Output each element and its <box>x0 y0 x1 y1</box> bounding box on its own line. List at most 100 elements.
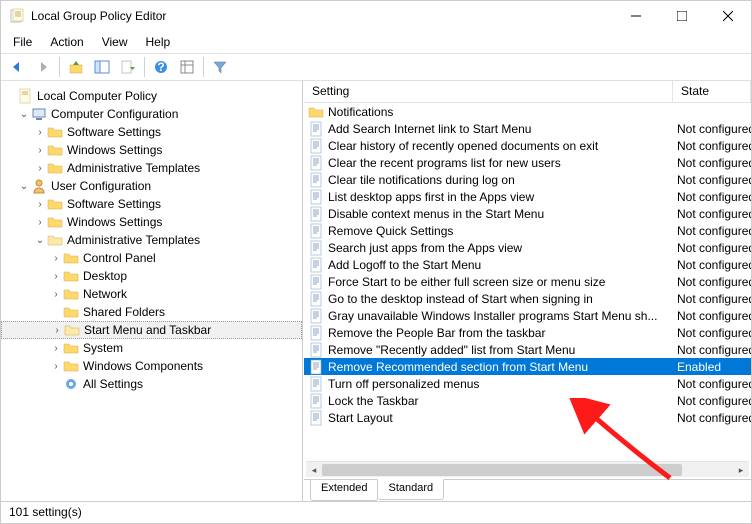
forward-button[interactable] <box>31 55 55 79</box>
chevron-right-icon[interactable]: › <box>50 325 64 336</box>
scroll-thumb[interactable] <box>322 464 682 476</box>
setting-row[interactable]: Turn off personalized menusNot configure… <box>304 375 751 392</box>
setting-row[interactable]: Add Search Internet link to Start MenuNo… <box>304 120 751 137</box>
filter-button[interactable] <box>208 55 232 79</box>
minimize-button[interactable] <box>613 1 659 31</box>
chevron-right-icon[interactable]: › <box>33 145 47 156</box>
tree-uc-software[interactable]: ›Software Settings <box>1 195 302 213</box>
list-body[interactable]: NotificationsAdd Search Internet link to… <box>304 103 751 461</box>
column-state[interactable]: State <box>673 81 751 102</box>
setting-state: Not configured <box>673 292 751 306</box>
svg-text:?: ? <box>157 60 164 74</box>
scroll-left-icon[interactable]: ◂ <box>306 463 322 477</box>
chevron-right-icon[interactable]: › <box>49 361 63 372</box>
chevron-right-icon[interactable]: › <box>49 289 63 300</box>
folder-icon <box>63 340 79 356</box>
tree-windows-components[interactable]: ›Windows Components <box>1 357 302 375</box>
window-title: Local Group Policy Editor <box>31 9 613 23</box>
tree-uc-windows[interactable]: ›Windows Settings <box>1 213 302 231</box>
setting-row[interactable]: Notifications <box>304 103 751 120</box>
tree-label: Control Panel <box>83 251 162 265</box>
menu-file[interactable]: File <box>5 33 40 51</box>
setting-row[interactable]: List desktop apps first in the Apps view… <box>304 188 751 205</box>
tree-all-settings[interactable]: All Settings <box>1 375 302 393</box>
chevron-right-icon[interactable]: › <box>33 199 47 210</box>
tree-control-panel[interactable]: › Control Panel <box>1 249 302 267</box>
menu-help[interactable]: Help <box>138 33 179 51</box>
tree-pane[interactable]: Local Computer Policy ⌄ Computer Configu… <box>1 81 303 501</box>
tree-shared-folders[interactable]: Shared Folders <box>1 303 302 321</box>
folder-icon <box>63 358 79 374</box>
back-button[interactable] <box>5 55 29 79</box>
folder-icon <box>63 268 79 284</box>
chevron-right-icon[interactable]: › <box>49 343 63 354</box>
tree-system[interactable]: ›System <box>1 339 302 357</box>
tree-network[interactable]: › Network <box>1 285 302 303</box>
column-setting[interactable]: Setting <box>304 81 673 102</box>
tree-cc-windows[interactable]: › Windows Settings <box>1 141 302 159</box>
tree-root[interactable]: Local Computer Policy <box>1 87 302 105</box>
maximize-button[interactable] <box>659 1 705 31</box>
setting-row[interactable]: Disable context menus in the Start MenuN… <box>304 205 751 222</box>
setting-state: Enabled <box>673 360 751 374</box>
tree-label: Network <box>83 287 133 301</box>
setting-name: Force Start to be either full screen siz… <box>328 275 673 289</box>
setting-row[interactable]: Remove "Recently added" list from Start … <box>304 341 751 358</box>
tree-label: Windows Settings <box>67 143 168 157</box>
setting-row[interactable]: Add Logoff to the Start MenuNot configur… <box>304 256 751 273</box>
setting-state: Not configured <box>673 394 751 408</box>
tree-label: Software Settings <box>67 125 167 139</box>
setting-name: Notifications <box>328 105 673 119</box>
statusbar: 101 setting(s) <box>1 501 751 523</box>
tree-computer-config[interactable]: ⌄ Computer Configuration <box>1 105 302 123</box>
chevron-right-icon[interactable]: › <box>33 217 47 228</box>
setting-name: Add Logoff to the Start Menu <box>328 258 673 272</box>
horizontal-scrollbar[interactable]: ◂ ▸ <box>306 461 749 477</box>
menu-view[interactable]: View <box>94 33 136 51</box>
tree-cc-software[interactable]: › Software Settings <box>1 123 302 141</box>
tab-standard[interactable]: Standard <box>377 479 444 500</box>
setting-row[interactable]: Clear tile notifications during log onNo… <box>304 171 751 188</box>
setting-row[interactable]: Remove the People Bar from the taskbarNo… <box>304 324 751 341</box>
help-button[interactable]: ? <box>149 55 173 79</box>
chevron-down-icon[interactable]: ⌄ <box>17 109 31 120</box>
tree-label: Local Computer Policy <box>37 89 163 103</box>
content-area: Local Computer Policy ⌄ Computer Configu… <box>1 81 751 501</box>
setting-row[interactable]: Clear history of recently opened documen… <box>304 137 751 154</box>
chevron-down-icon[interactable]: ⌄ <box>17 181 31 192</box>
tree-user-config[interactable]: ⌄ User Configuration <box>1 177 302 195</box>
tree-start-menu-taskbar[interactable]: ›Start Menu and Taskbar <box>1 321 302 339</box>
setting-name: Clear history of recently opened documen… <box>328 139 673 153</box>
toolbar: ? <box>1 53 751 81</box>
chevron-right-icon[interactable]: › <box>33 127 47 138</box>
setting-state: Not configured <box>673 411 751 425</box>
properties-button[interactable] <box>175 55 199 79</box>
export-list-button[interactable] <box>116 55 140 79</box>
up-button[interactable] <box>64 55 88 79</box>
setting-state: Not configured <box>673 326 751 340</box>
setting-row[interactable]: Remove Quick SettingsNot configured <box>304 222 751 239</box>
setting-row[interactable]: Remove Recommended section from Start Me… <box>304 358 751 375</box>
setting-row[interactable]: Lock the TaskbarNot configured <box>304 392 751 409</box>
setting-row[interactable]: Force Start to be either full screen siz… <box>304 273 751 290</box>
scroll-right-icon[interactable]: ▸ <box>733 463 749 477</box>
chevron-right-icon[interactable]: › <box>49 271 63 282</box>
setting-row[interactable]: Start LayoutNot configured <box>304 409 751 426</box>
tree-uc-admin[interactable]: ⌄Administrative Templates <box>1 231 302 249</box>
close-button[interactable] <box>705 1 751 31</box>
setting-row[interactable]: Search just apps from the Apps viewNot c… <box>304 239 751 256</box>
setting-row[interactable]: Gray unavailable Windows Installer progr… <box>304 307 751 324</box>
menu-action[interactable]: Action <box>42 33 91 51</box>
setting-state: Not configured <box>673 258 751 272</box>
tree-cc-admin[interactable]: ›Administrative Templates <box>1 159 302 177</box>
show-hide-tree-button[interactable] <box>90 55 114 79</box>
setting-row[interactable]: Clear the recent programs list for new u… <box>304 154 751 171</box>
setting-row[interactable]: Go to the desktop instead of Start when … <box>304 290 751 307</box>
toolbar-separator <box>203 57 204 77</box>
toolbar-separator <box>59 57 60 77</box>
chevron-right-icon[interactable]: › <box>33 163 47 174</box>
chevron-right-icon[interactable]: › <box>49 253 63 264</box>
tree-desktop[interactable]: ›Desktop <box>1 267 302 285</box>
tab-extended[interactable]: Extended <box>310 480 378 501</box>
chevron-down-icon[interactable]: ⌄ <box>33 235 47 246</box>
